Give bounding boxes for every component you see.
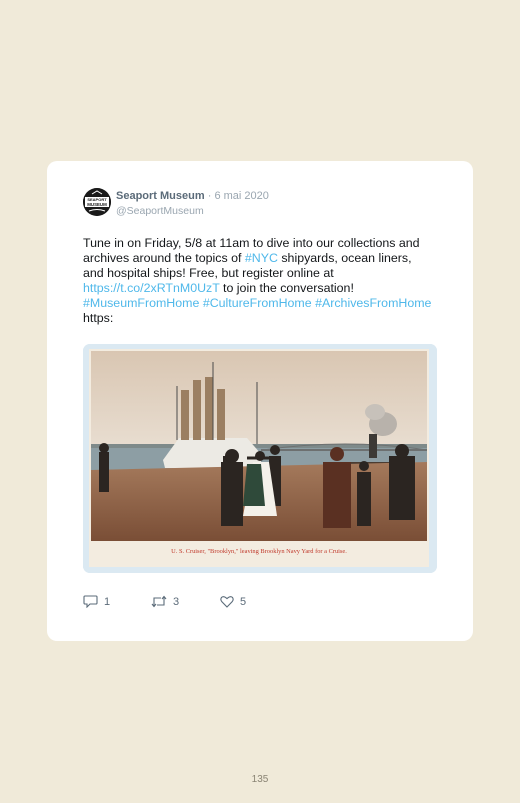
tweet-link[interactable]: https://t.co/2xRTnM0UzT [83,281,220,295]
tweet-link[interactable]: #ArchivesFromHome [315,296,431,310]
tweet-photo[interactable]: U. S. Cruiser, "Brooklyn," leaving Brook… [83,344,437,573]
tweet-date[interactable]: 6 mai 2020 [214,190,268,202]
separator: · [207,190,212,202]
author-handle[interactable]: @SeaportMuseum [116,205,204,217]
reply-action[interactable]: 1 [83,595,111,609]
tweet-link[interactable]: #NYC [245,251,278,265]
like-action[interactable]: 5 [220,595,246,608]
author-name[interactable]: Seaport Museum [116,190,205,202]
author-line: Seaport Museum · 6 mai 2020 [116,190,269,202]
tweet-text-segment: https: [83,311,114,325]
retweet-icon [151,595,167,608]
reply-count: 1 [104,595,111,608]
tweet-link[interactable]: #CultureFromHome [203,296,312,310]
seaport-museum-logo: SEAPORT MUSEUM [83,188,111,216]
avatar[interactable]: SEAPORT MUSEUM [83,188,111,216]
retweet-count: 3 [173,595,180,608]
retweet-action[interactable]: 3 [151,595,179,608]
svg-text:MUSEUM: MUSEUM [87,202,107,207]
page-number: 135 [251,774,269,785]
heart-icon [220,596,234,608]
like-count: 5 [240,595,247,608]
tweet-link[interactable]: #MuseumFromHome [83,296,199,310]
postcard-caption: U. S. Cruiser, "Brooklyn," leaving Brook… [171,548,347,555]
postcard-image: U. S. Cruiser, "Brooklyn," leaving Brook… [83,344,437,573]
tweet-text: Tune in on Friday, 5/8 at 11am to dive i… [83,236,433,326]
tweet-text-segment: to join the conversation! [219,281,354,295]
reply-icon [83,595,98,609]
tweet-card: SEAPORT MUSEUM Seaport Museum · 6 mai 20… [47,161,473,641]
